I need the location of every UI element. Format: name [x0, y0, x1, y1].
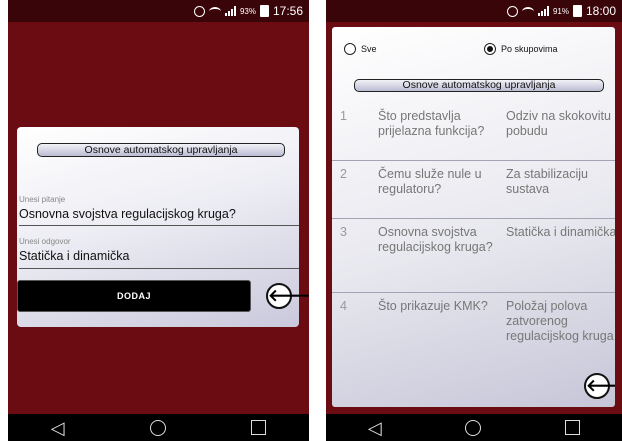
add-question-dialog: Osnove automatskog upravljanja Unesi pit…: [17, 127, 309, 327]
row-answer: Statička i dinamička: [506, 225, 615, 239]
answer-underline: [19, 268, 299, 269]
row-number: 1: [340, 109, 347, 123]
radio-all-label: Sve: [361, 44, 377, 54]
back-arrow-icon[interactable]: 🡐: [266, 283, 309, 309]
row-question: Čemu služe nule u regulatoru?: [378, 167, 482, 196]
row-divider: [332, 292, 615, 293]
battery-percent: 91%: [552, 6, 569, 16]
add-button[interactable]: DODAJ: [17, 280, 251, 312]
nav-recent-apps-icon[interactable]: [251, 420, 267, 435]
row-question: Što predstavlja prijelazna funkcija?: [378, 109, 485, 138]
left-phone-screen: 93% 17:56 Osnove automatskog upravljanja…: [8, 0, 309, 441]
wifi-icon: [208, 6, 221, 16]
wifi-icon: [521, 6, 534, 16]
navigation-bar: ◁: [326, 414, 622, 441]
row-answer: Položaj polova zatvorenog regulacijskog …: [506, 299, 614, 343]
navigation-bar: ◁: [8, 414, 309, 441]
answer-label: Unesi odgovor: [19, 237, 71, 246]
dialog-title: Osnove automatskog upravljanja: [37, 143, 285, 157]
row-question: Što prikazuje KMK?: [378, 299, 488, 313]
signal-icon: [537, 6, 549, 16]
clock: 17:56: [272, 4, 303, 18]
status-bar: 93% 17:56: [8, 0, 309, 22]
question-input[interactable]: Osnovna svojstva regulacijskog kruga?: [19, 207, 236, 221]
battery-percent: 93%: [239, 6, 256, 16]
status-bar: 91% 18:00: [326, 0, 622, 22]
row-question: Osnovna svojstva regulacijskog kruga?: [378, 225, 493, 254]
signal-icon: [224, 6, 236, 16]
battery-icon: [572, 5, 582, 17]
row-divider: [332, 160, 615, 161]
question-label: Unesi pitanje: [19, 195, 66, 204]
answer-input[interactable]: Statička i dinamička: [19, 249, 129, 263]
row-answer: Za stabilizaciju sustava: [506, 167, 588, 196]
nav-home-icon[interactable]: [465, 419, 482, 436]
radio-all[interactable]: Sve: [344, 43, 377, 55]
alarm-icon: [193, 5, 205, 17]
radio-by-group-circle[interactable]: [484, 43, 496, 55]
battery-icon: [259, 5, 269, 17]
row-number: 3: [340, 225, 347, 239]
category-title: Osnove automatskog upravljanja: [354, 79, 604, 92]
row-number: 4: [340, 299, 347, 313]
questions-panel: Sve Po skupovima Osnove automatskog upra…: [332, 27, 615, 407]
right-phone-screen: 91% 18:00 Sve Po skupovima Osnove automa…: [326, 0, 622, 441]
nav-recent-apps-icon[interactable]: [565, 420, 581, 435]
row-divider: [332, 218, 615, 219]
nav-back-icon[interactable]: ◁: [51, 419, 65, 437]
row-answer: Odziv na skokovitu pobudu: [506, 109, 611, 138]
nav-back-icon[interactable]: ◁: [368, 419, 382, 437]
row-number: 2: [340, 167, 347, 181]
alarm-icon: [506, 5, 518, 17]
clock: 18:00: [585, 4, 616, 18]
radio-by-group-label: Po skupovima: [501, 44, 558, 54]
radio-by-group[interactable]: Po skupovima: [484, 43, 558, 55]
back-arrow-icon[interactable]: 🡐: [584, 373, 615, 399]
question-underline: [19, 225, 299, 226]
radio-all-circle[interactable]: [344, 43, 356, 55]
nav-home-icon[interactable]: [149, 419, 166, 436]
